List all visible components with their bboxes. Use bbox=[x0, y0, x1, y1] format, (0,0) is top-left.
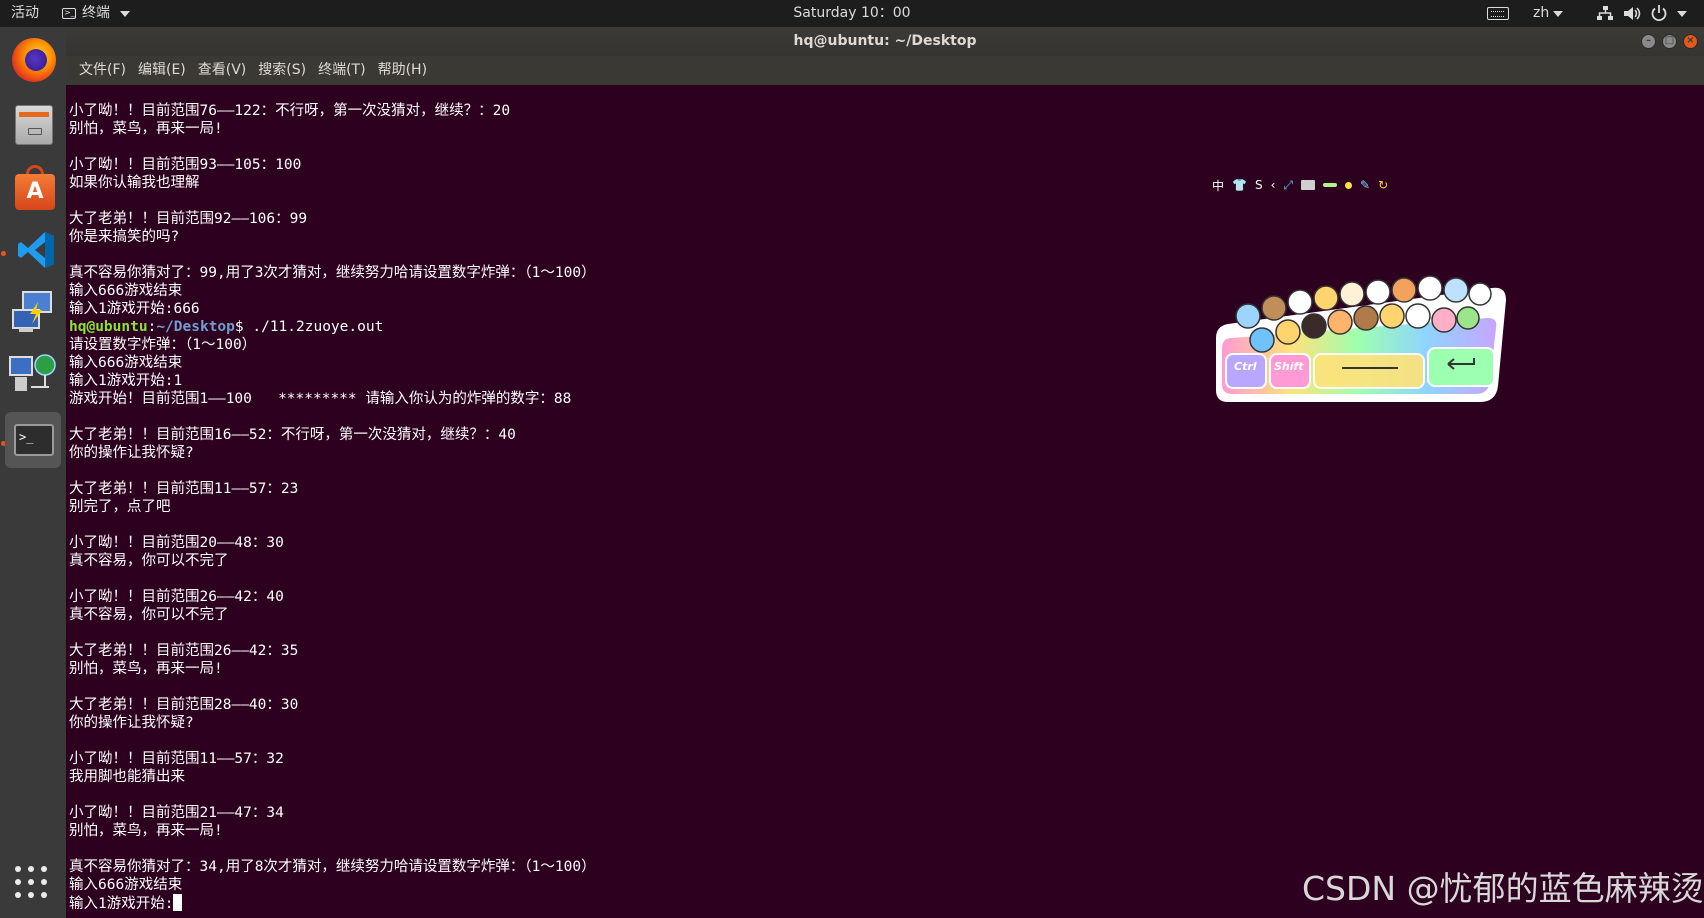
terminal-line: 大了老弟！！目前范围26——42：35 bbox=[69, 643, 299, 659]
menu-bar: 文件(F) 编辑(E) 查看(V) 搜索(S) 终端(T) 帮助(H) bbox=[66, 56, 1704, 85]
terminal-line: 大了老弟！！目前范围11——57：23 bbox=[69, 481, 299, 497]
activities-button[interactable]: 活动 bbox=[11, 0, 39, 27]
chevron-down-icon bbox=[1553, 10, 1564, 17]
expand-icon[interactable]: ⤢ bbox=[1283, 178, 1293, 193]
network-icon[interactable] bbox=[1596, 0, 1614, 27]
terminal-line: 别怕，菜鸟，再来一局! bbox=[69, 661, 223, 677]
terminal-line: 大了老弟！！目前范围16——52：不行呀，第一次没猜对，继续？：40 bbox=[69, 427, 516, 443]
terminal-line: 别完了，点了吧 bbox=[69, 499, 171, 515]
prompt-user: hq@ubuntu bbox=[69, 319, 148, 335]
dock: A >_ bbox=[0, 27, 66, 918]
menu-help[interactable]: 帮助(H) bbox=[372, 56, 433, 85]
terminal-line: 如果你认输我也理解 bbox=[69, 175, 200, 191]
watermark-text: CSDN @忧郁的蓝色麻辣烫 bbox=[1302, 869, 1704, 908]
prompt-command: ./11.2zuoye.out bbox=[243, 319, 384, 335]
remote-desktop-icon[interactable] bbox=[5, 284, 61, 340]
menu-search[interactable]: 搜索(S) bbox=[252, 56, 312, 85]
terminal-line: 小了呦！！目前范围21——47：34 bbox=[69, 805, 284, 821]
puzzle-icon[interactable]: ✎ bbox=[1360, 178, 1370, 192]
terminal-line: 真不容易，你可以不完了 bbox=[69, 553, 229, 569]
terminal-line: 我用脚也能猜出来 bbox=[69, 769, 185, 785]
terminal-line: 小了呦！！目前范围26——42：40 bbox=[69, 589, 284, 605]
terminal-line: 大了老弟！！目前范围28——40：30 bbox=[69, 697, 299, 713]
terminal-line: 你是来搞笑的吗? bbox=[69, 229, 180, 245]
terminal-small-icon: >_ bbox=[62, 8, 76, 19]
prompt-symbol: $ bbox=[234, 319, 244, 335]
close-button[interactable]: × bbox=[1683, 34, 1698, 49]
maximize-button[interactable]: □ bbox=[1662, 34, 1677, 49]
power-icon[interactable] bbox=[1650, 0, 1668, 27]
terminal-icon[interactable]: >_ bbox=[5, 412, 61, 468]
files-icon[interactable] bbox=[5, 95, 61, 151]
network-connections-icon[interactable] bbox=[5, 347, 61, 403]
window-title-bar[interactable]: hq@ubuntu: ~/Desktop – □ × bbox=[66, 27, 1704, 56]
input-method-menu[interactable]: zh bbox=[1533, 0, 1564, 27]
ime-toolbar[interactable]: 中 👕 S ‹ ⤢ ✎ ↻ bbox=[1212, 176, 1388, 194]
ime-mode-label[interactable]: 中 bbox=[1212, 177, 1224, 194]
shift-key-label: Shift bbox=[1274, 360, 1304, 373]
input-lang-label: zh bbox=[1533, 5, 1550, 21]
ubuntu-software-icon[interactable]: A bbox=[5, 158, 61, 214]
terminal-last-line: 输入1游戏开始: bbox=[69, 896, 174, 912]
shirt-icon[interactable]: 👕 bbox=[1232, 178, 1247, 192]
terminal-line: 大了老弟！！目前范围92——106：99 bbox=[69, 211, 308, 227]
dot-icon[interactable] bbox=[1345, 181, 1353, 189]
terminal-line: 你的操作让我怀疑? bbox=[69, 715, 194, 731]
show-applications-icon[interactable] bbox=[12, 863, 52, 903]
prompt-colon: : bbox=[147, 319, 157, 335]
clock[interactable]: Saturday 10：00 bbox=[793, 5, 910, 21]
terminal-output[interactable]: 小了呦！！目前范围76——122：不行呀，第一次没猜对，继续？：20 别怕，菜鸟… bbox=[66, 85, 1704, 918]
top-panel: 活动 >_ 终端 Saturday 10：00 zh bbox=[0, 0, 1704, 27]
chevron-down-icon bbox=[1677, 10, 1687, 17]
terminal-line: 小了呦！！目前范围20——48：30 bbox=[69, 535, 284, 551]
terminal-line: 真不容易，你可以不完了 bbox=[69, 607, 229, 623]
minimize-button[interactable]: – bbox=[1641, 34, 1656, 49]
menu-terminal[interactable]: 终端(T) bbox=[312, 56, 371, 85]
window-title: hq@ubuntu: ~/Desktop bbox=[793, 33, 977, 49]
app-menu-label: 终端 bbox=[82, 5, 110, 21]
terminal-line: 小了呦！！目前范围11——57：32 bbox=[69, 751, 284, 767]
terminal-line: 你的操作让我怀疑? bbox=[69, 445, 194, 461]
dash-icon[interactable] bbox=[1323, 183, 1338, 187]
ctrl-key-label: Ctrl bbox=[1234, 360, 1257, 373]
refresh-icon[interactable]: ↻ bbox=[1378, 178, 1388, 192]
chevron-down-icon bbox=[120, 10, 130, 17]
terminal-line: 小了呦！！目前范围76——122：不行呀，第一次没猜对，继续？：20 bbox=[69, 103, 511, 119]
volume-icon[interactable] bbox=[1622, 0, 1642, 27]
keyboard-icon[interactable] bbox=[1487, 7, 1509, 20]
vscode-icon[interactable] bbox=[5, 221, 61, 277]
ime-s-label[interactable]: S bbox=[1255, 178, 1263, 192]
menu-file[interactable]: 文件(F) bbox=[73, 56, 132, 85]
system-menu-chevron[interactable] bbox=[1673, 0, 1687, 27]
chevron-left-icon[interactable]: ‹ bbox=[1271, 178, 1276, 192]
menu-view[interactable]: 查看(V) bbox=[192, 56, 253, 85]
terminal-line: 别怕，菜鸟，再来一局! bbox=[69, 121, 223, 137]
prompt-path: ~/Desktop bbox=[156, 319, 235, 335]
terminal-line: 小了呦！！目前范围93——105：100 bbox=[69, 157, 302, 173]
keyboard-toggle-icon[interactable] bbox=[1301, 180, 1316, 190]
text-cursor bbox=[173, 894, 183, 911]
keyboard-sticker-image: Ctrl Shift bbox=[1212, 268, 1510, 406]
terminal-line: 别怕，菜鸟，再来一局! bbox=[69, 823, 223, 839]
menu-edit[interactable]: 编辑(E) bbox=[132, 56, 192, 85]
app-menu-terminal[interactable]: >_ 终端 bbox=[62, 0, 130, 27]
firefox-icon[interactable] bbox=[5, 32, 61, 88]
